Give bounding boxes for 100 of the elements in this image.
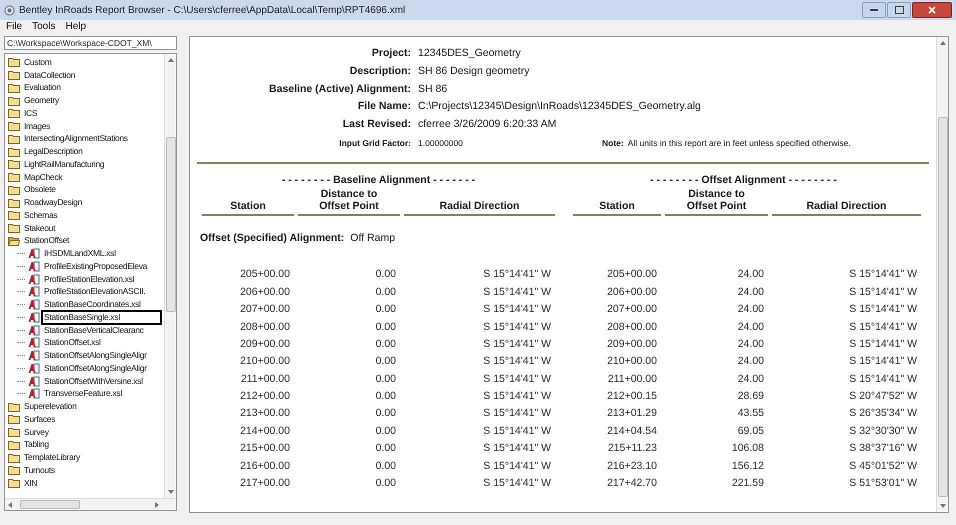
- tree-item[interactable]: StationOffsetAlongSingleAligr: [43, 350, 148, 362]
- path-field[interactable]: C:\Workspace\Workspace-CDOT_XM\: [4, 36, 177, 50]
- tree-item[interactable]: DataCollection: [23, 70, 76, 81]
- tree-item[interactable]: IHSDMLandXML.xsl: [43, 248, 117, 260]
- tree-item[interactable]: IntersectingAlignmentStations: [23, 133, 129, 144]
- table-cell-text: 213+01.29: [606, 406, 658, 422]
- table-cell-text: S 15°14'41" W: [482, 389, 552, 404]
- field-value: C:\Projects\12345\Design\InRoads\12345DES_Geometry.alg: [418, 99, 701, 114]
- field-value: SH 86: [418, 82, 448, 97]
- table-cell-text: S 15°14'41" W: [848, 284, 918, 300]
- tree-item[interactable]: StationOffset: [23, 235, 70, 246]
- table-cell-text: 215+00.00: [239, 441, 291, 456]
- minimize-icon: [870, 8, 878, 12]
- vertical-scrollbar[interactable]: [164, 54, 176, 498]
- tree-item[interactable]: ProfileStationElevation.xsl: [43, 274, 136, 285]
- tree-item[interactable]: XIN: [23, 478, 38, 489]
- tree-item[interactable]: Schemas: [23, 210, 58, 221]
- tree-item[interactable]: TransverseFeature.xsl: [43, 388, 123, 400]
- tree-item[interactable]: Obsolete: [23, 184, 57, 196]
- down-arrow-icon: [940, 504, 946, 508]
- field-label: Project:: [370, 46, 412, 62]
- tree-item[interactable]: Tabling: [23, 439, 50, 450]
- tree-item[interactable]: StationOffsetWithVersine.xsl: [43, 376, 144, 387]
- column-header: Distance to Offset Point: [665, 188, 768, 216]
- table-cell-text: S 15°14'41" W: [482, 406, 552, 422]
- table-cell-text: 24.00: [736, 372, 765, 387]
- tree-item[interactable]: Images: [23, 120, 52, 132]
- table-cell-text: 0.00: [374, 476, 397, 492]
- stylesheet-file-icon: [28, 248, 40, 260]
- vertical-scrollbar[interactable]: [936, 37, 948, 512]
- stylesheet-file-icon: [28, 286, 40, 298]
- table-cell-text: 0.00: [374, 389, 397, 404]
- table-cell-text: 0.00: [374, 302, 397, 318]
- table-cell-text: S 15°14'41" W: [848, 320, 918, 335]
- tree-item[interactable]: StationBaseCoordinates.xsl: [43, 299, 142, 310]
- tree-item[interactable]: StationBaseSingle.xsl: [43, 312, 160, 323]
- table-cell-text: 24.00: [736, 320, 765, 335]
- tree-item[interactable]: ICS: [23, 108, 38, 119]
- scrollbar-thumb[interactable]: [20, 500, 80, 509]
- column-header: Station: [573, 188, 661, 216]
- stylesheet-file-icon: [28, 388, 40, 400]
- tree-item[interactable]: ProfileExistingProposedEleva: [43, 260, 148, 272]
- table-cell-text: S 15°14'41" W: [482, 458, 552, 474]
- scrollbar-thumb[interactable]: [166, 137, 176, 312]
- maximize-icon: [894, 6, 904, 14]
- tree-item[interactable]: Custom: [23, 56, 52, 68]
- tree-item[interactable]: Superelevation: [23, 401, 78, 412]
- tree-item[interactable]: LightRailManufacturing: [23, 158, 106, 170]
- tree-item[interactable]: Surfaces: [23, 414, 56, 425]
- table-cell-text: S 15°14'41" W: [482, 336, 552, 352]
- column-header: Radial Direction: [404, 188, 555, 216]
- menu-item[interactable]: Help: [65, 20, 86, 33]
- table-cell-text: 221.59: [730, 476, 765, 492]
- horizontal-scrollbar[interactable]: [5, 498, 176, 510]
- tree-item[interactable]: StationBaseVerticalClearanc: [43, 324, 145, 336]
- column-header: Station: [202, 188, 294, 216]
- tree-item[interactable]: MapCheck: [23, 172, 64, 183]
- stylesheet-file-icon: [28, 350, 40, 362]
- table-cell-text: 209+00.00: [239, 336, 291, 352]
- stylesheet-file-icon: [28, 312, 40, 323]
- tree-item[interactable]: Turnouts: [23, 464, 56, 476]
- table-cell-text: 214+00.00: [239, 424, 291, 439]
- maximize-button[interactable]: [887, 2, 911, 18]
- scrollbar-thumb[interactable]: [938, 117, 948, 497]
- group-heading: - - - - - - - - Offset Alignment - - - - - - - -: [649, 172, 838, 188]
- table-cell-text: 217+42.70: [606, 476, 658, 492]
- window-title: Bentley InRoads Report Browser - C:\Users\cferree\AppData\Local\Temp\RPT4696.xml: [19, 4, 406, 18]
- table-cell-text: 156.12: [730, 458, 765, 474]
- stylesheet-file-icon: [28, 362, 40, 374]
- minimize-button[interactable]: [862, 2, 886, 18]
- table-cell-text: 0.00: [374, 441, 397, 456]
- table-cell-text: 24.00: [736, 284, 765, 300]
- field-label: File Name:: [356, 99, 412, 114]
- menu-item[interactable]: Tools: [32, 20, 56, 33]
- tree-item[interactable]: LegalDescription: [23, 146, 84, 158]
- field-value: cferree 3/26/2009 6:20:33 AM: [418, 117, 556, 132]
- tree-item[interactable]: Evaluation: [23, 82, 62, 94]
- tree-item[interactable]: ProfileStationElevationASCII.: [43, 286, 146, 298]
- table-cell-text: 211+00.00: [240, 372, 291, 387]
- app-icon: [4, 4, 15, 16]
- table-cell-text: 217+00.00: [239, 476, 291, 492]
- tree-item[interactable]: RoadwayDesign: [23, 197, 83, 208]
- tree-item[interactable]: TemplateLibrary: [23, 452, 81, 464]
- tree-item[interactable]: Geometry: [23, 95, 60, 106]
- close-button[interactable]: [912, 2, 952, 18]
- table-cell-text: 0.00: [374, 284, 397, 300]
- tree-item[interactable]: Survey: [23, 426, 50, 438]
- table-cell-text: 205+00.00: [606, 267, 658, 282]
- field-label: Input Grid Factor:: [338, 136, 412, 150]
- field-value: 12345DES_Geometry: [418, 46, 521, 62]
- table-cell-text: 24.00: [736, 302, 765, 318]
- table-cell-text: S 15°14'41" W: [848, 267, 918, 282]
- tree-item[interactable]: StationOffsetAlongSingleAligr: [43, 362, 148, 374]
- field-label: Baseline (Active) Alignment:: [268, 82, 412, 97]
- tree-item[interactable]: StationOffset.xsl: [43, 337, 102, 348]
- table-cell-text: S 15°14'41" W: [848, 302, 918, 318]
- tree-item[interactable]: Stakeout: [23, 222, 56, 234]
- table-cell-text: S 15°14'41" W: [482, 354, 552, 370]
- menu-item[interactable]: File: [6, 20, 22, 33]
- stylesheet-file-icon: [28, 274, 40, 285]
